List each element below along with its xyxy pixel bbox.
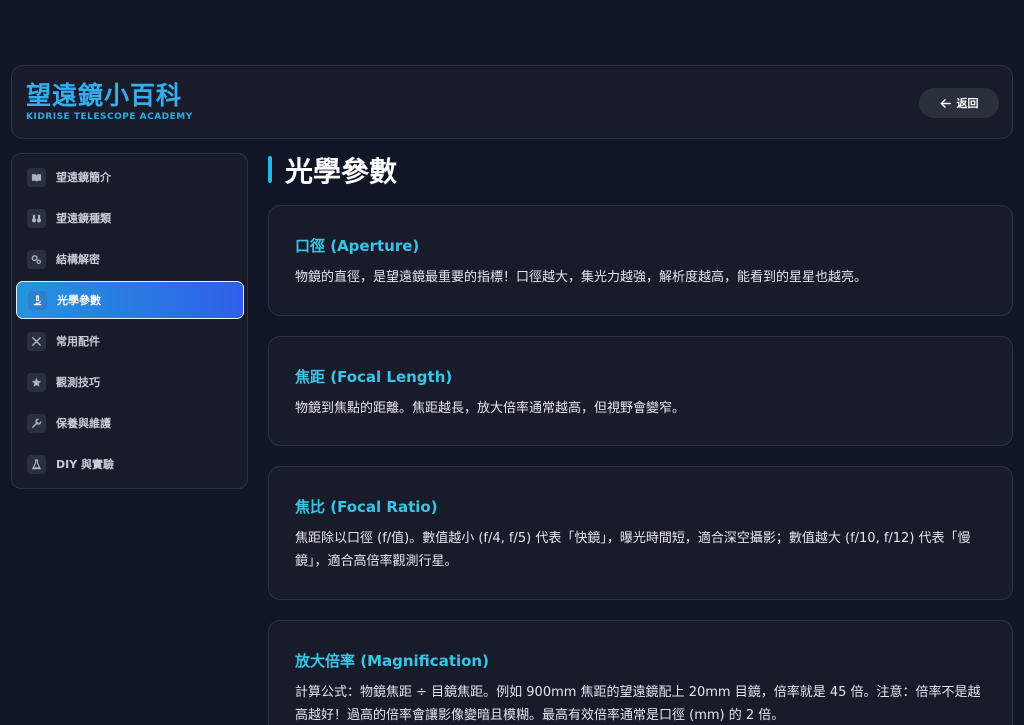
back-button[interactable]: 返回 [919,88,999,118]
card-body: 物鏡的直徑，是望遠鏡最重要的指標！口徑越大，集光力越強，解析度越高，能看到的星星… [295,270,868,285]
card-body: 物鏡到焦點的距離。焦距越長，放大倍率通常越高，但視野會變窄。 [295,401,686,416]
sidebar-item-label: 光學參數 [57,294,101,307]
card-title: 焦比 (Focal Ratio) [295,498,438,516]
app-header: 望遠鏡小百科 KIDRISE TELESCOPE ACADEMY 返回 [11,65,1013,139]
back-button-label: 返回 [956,97,979,110]
card-focal-length: 焦距 (Focal Length) 物鏡到焦點的距離。焦距越長，放大倍率通常越高… [268,336,1013,446]
card-aperture: 口徑 (Aperture) 物鏡的直徑，是望遠鏡最重要的指標！口徑越大，集光力越… [268,205,1013,316]
page-title-accent [268,156,272,183]
sidebar-item-label: 保養與維護 [56,417,111,430]
sidebar-item-types[interactable]: 望遠鏡種類 [16,199,244,237]
book-icon [27,167,46,187]
tools-icon [27,331,46,351]
page-title: 光學參數 [285,155,398,188]
sidebar-item-diy[interactable]: DIY 與實驗 [16,445,244,483]
sidebar-item-label: 結構解密 [56,253,100,266]
card-body: 焦距除以口徑 (f/值)。數值越小 (f/4, f/5) 代表「快鏡」，曝光時間… [295,531,971,569]
sidebar-item-intro[interactable]: 望遠鏡簡介 [16,158,244,196]
card-title: 放大倍率 (Magnification) [295,652,489,670]
sidebar-item-label: 觀測技巧 [56,376,100,389]
sidebar-item-maintenance[interactable]: 保養與維護 [16,404,244,442]
sidebar-nav: 望遠鏡簡介 望遠鏡種類 結構解密 光學參數 常用配件 觀測技巧 保養與維護 DI… [11,153,248,489]
sidebar-item-label: 常用配件 [56,335,100,348]
flask-icon [27,454,46,474]
arrow-left-icon [940,98,951,108]
gears-icon [27,249,46,269]
sidebar-item-label: 望遠鏡種類 [56,212,111,225]
card-body: 計算公式：物鏡焦距 ÷ 目鏡焦距。例如 900mm 焦距的望遠鏡配上 20mm … [295,685,981,723]
sidebar-item-structure[interactable]: 結構解密 [16,240,244,278]
card-title: 焦距 (Focal Length) [295,368,453,386]
card-focal-ratio: 焦比 (Focal Ratio) 焦距除以口徑 (f/值)。數值越小 (f/4,… [268,466,1013,600]
sidebar-item-observing[interactable]: 觀測技巧 [16,363,244,401]
binoculars-icon [27,208,46,228]
microscope-icon [28,290,47,310]
sidebar-item-label: DIY 與實驗 [56,458,115,471]
sidebar-item-optics[interactable]: 光學參數 [16,281,244,319]
brand-title: 望遠鏡小百科 [26,81,183,110]
brand-subtitle: KIDRISE TELESCOPE ACADEMY [26,112,193,122]
card-title: 口徑 (Aperture) [295,237,420,255]
wrench-icon [27,413,46,433]
card-magnification: 放大倍率 (Magnification) 計算公式：物鏡焦距 ÷ 目鏡焦距。例如… [268,620,1013,725]
sidebar-item-accessories[interactable]: 常用配件 [16,322,244,360]
star-icon [27,372,46,392]
sidebar-item-label: 望遠鏡簡介 [56,171,111,184]
